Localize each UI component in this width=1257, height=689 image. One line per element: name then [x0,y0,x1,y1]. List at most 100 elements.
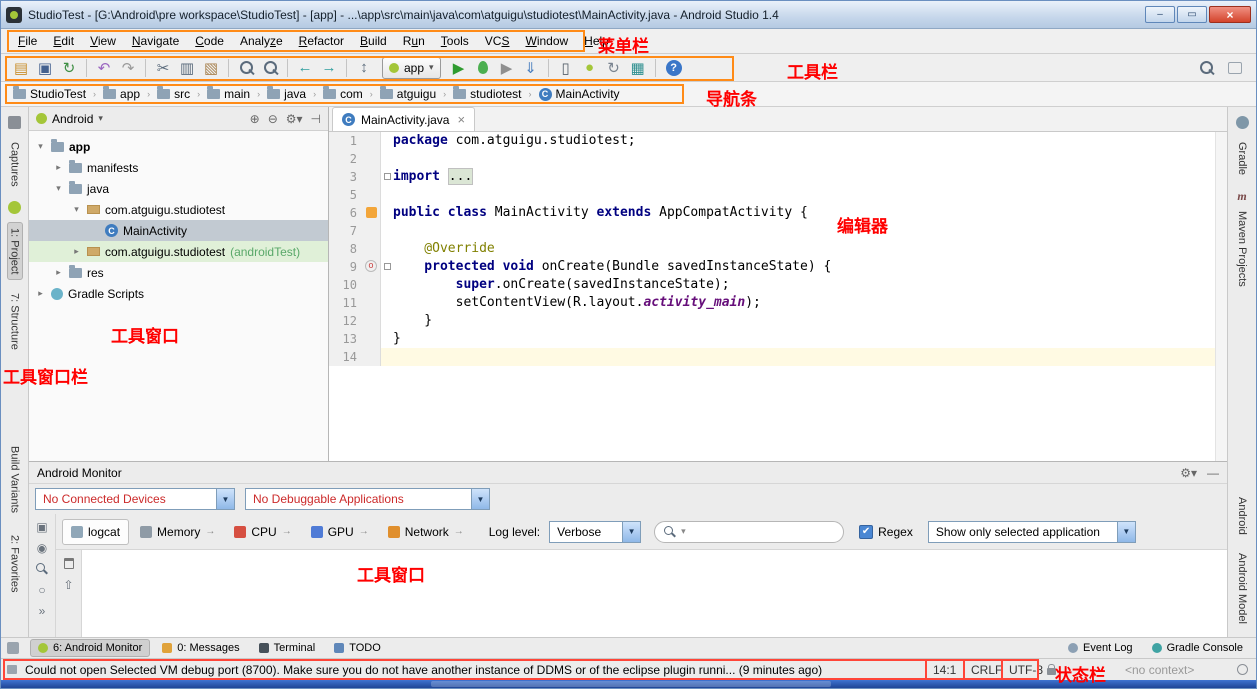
tab-android-monitor[interactable]: 6: Android Monitor [30,639,151,657]
menu-build[interactable]: Build [353,31,394,51]
breadcrumb-studiotest[interactable]: StudioTest [11,86,88,102]
tab-todo[interactable]: TODO [327,640,388,656]
forward-icon[interactable]: → [317,57,341,79]
monitor-settings-icon[interactable]: ⚙▾ [1180,466,1197,480]
tree-item-app[interactable]: ▾ app [29,136,328,157]
tab-memory[interactable]: Memory → [132,519,223,545]
menu-run[interactable]: Run [396,31,432,51]
menu-edit[interactable]: Edit [46,31,81,51]
chevron-down-icon[interactable]: ▾ [71,204,82,215]
tree-item-manifests[interactable]: ▸ manifests [29,157,328,178]
fold-expand-icon[interactable] [381,168,393,186]
chevron-down-icon[interactable]: ▾ [53,183,64,194]
run-icon[interactable]: ▶ [447,57,471,79]
chevron-down-icon[interactable]: ▼ [216,489,234,509]
tree-item-java[interactable]: ▾ java [29,178,328,199]
code-area[interactable]: 1 package com.atguigu.studiotest; 2 3 impo… [329,132,1227,461]
encoding-indicator[interactable]: UTF-8 [1009,663,1043,677]
breadcrumb-main[interactable]: main [205,86,252,102]
tab-logcat[interactable]: logcat [62,518,130,545]
panel-layout-icon[interactable] [1228,61,1242,74]
inspections-widget-icon[interactable] [1237,664,1248,675]
regex-checkbox[interactable]: ✔ Regex [859,524,913,539]
tool-window-button-build-variants[interactable]: Build Variants [8,441,22,518]
tree-item-package[interactable]: ▾ com.atguigu.studiotest [29,199,328,220]
tree-item-res[interactable]: ▸ res [29,262,328,283]
screen-record-icon[interactable]: ◉ [37,541,47,555]
more-icon[interactable]: » [39,604,46,618]
menu-code[interactable]: Code [188,31,231,51]
menu-file[interactable]: File [11,31,44,51]
menu-window[interactable]: Window [518,31,575,51]
chevron-down-icon[interactable]: ▼ [471,489,489,509]
tool-window-button-gradle[interactable]: Gradle [1235,137,1249,180]
tab-gpu[interactable]: GPU → [303,519,377,545]
chevron-right-icon[interactable]: ▸ [71,246,82,257]
tab-event-log[interactable]: Event Log [1061,640,1140,656]
chevron-down-icon[interactable]: ▾ [35,141,46,152]
breadcrumb-src[interactable]: src [155,86,192,102]
folded-imports[interactable]: ... [447,168,474,185]
tool-window-button-favorites[interactable]: 2: Favorites [8,530,22,597]
run-config-combo[interactable]: app ▾ [382,56,441,79]
copy-icon[interactable]: ▥ [175,57,199,79]
fold-collapse-icon[interactable] [381,258,393,276]
tool-window-button-android-model[interactable]: Android Model [1235,548,1249,629]
context-indicator[interactable]: <no context> [1125,663,1194,677]
log-level-selector[interactable]: Verbose ▼ [549,520,642,543]
breadcrumb-app[interactable]: app [101,86,142,102]
monitor-minimize-icon[interactable]: — [1207,466,1219,480]
breadcrumb-atguigu[interactable]: atguigu [378,86,438,102]
back-icon[interactable]: ← [293,57,317,79]
tool-window-button-captures[interactable]: Captures [8,137,22,192]
breadcrumb-studiotest-pkg[interactable]: studiotest [451,86,523,102]
locate-icon[interactable]: ⊕ [250,112,260,126]
tree-item-mainactivity[interactable]: C MainActivity [29,220,328,241]
find-icon[interactable] [234,57,258,79]
tool-window-button-structure[interactable]: 7: Structure [8,288,22,355]
logcat-output[interactable] [82,550,1227,637]
gradle-sync-icon[interactable]: ↻ [602,57,626,79]
tab-messages[interactable]: 0: Messages [155,640,246,656]
help-icon[interactable]: ? [665,59,682,76]
minimize-button[interactable]: – [1145,6,1175,23]
undo-icon[interactable]: ↶ [92,57,116,79]
toggle-tool-window-bars-icon[interactable] [7,665,17,674]
menu-view[interactable]: View [83,31,123,51]
hide-panel-icon[interactable]: ⊣ [311,112,321,126]
project-scope-selector[interactable]: Android [52,112,93,126]
replace-icon[interactable] [258,57,282,79]
tool-window-button-maven[interactable]: Maven Projects [1235,206,1249,292]
chevron-down-icon[interactable]: ▼ [622,521,641,542]
close-button[interactable]: × [1209,6,1251,23]
logcat-filter-selector[interactable]: Show only selected application ▼ [927,520,1136,543]
tab-cpu[interactable]: CPU → [226,519,299,545]
collapse-all-icon[interactable]: ⊖ [268,112,278,126]
updown-icon[interactable]: ↕ [352,57,376,79]
logcat-search-input[interactable]: ▾ [654,520,845,543]
clear-logcat-icon[interactable] [63,558,74,569]
tree-item-package-androidtest[interactable]: ▸ com.atguigu.studiotest (androidTest) [29,241,328,262]
attach-debugger-icon[interactable]: ⇓ [519,57,543,79]
settings-icon[interactable]: ⚙▾ [286,112,303,126]
chevron-down-icon[interactable]: ▼ [1116,521,1135,542]
android-monitor-icon[interactable]: ▦ [626,57,650,79]
breadcrumb-java[interactable]: java [265,86,308,102]
zoom-icon[interactable] [35,562,49,576]
tool-window-button-project[interactable]: 1: Project [6,221,23,281]
device-selector[interactable]: No Connected Devices ▼ [35,488,235,510]
debuggable-apps-selector[interactable]: No Debuggable Applications ▼ [245,488,490,510]
tool-window-button-android[interactable]: Android [1235,492,1249,540]
layout-inspector-icon[interactable]: ○ [38,583,45,597]
sync-icon[interactable]: ↻ [57,57,81,79]
close-tab-icon[interactable]: × [457,112,465,127]
menu-vcs[interactable]: VCS [478,31,517,51]
menu-tools[interactable]: Tools [434,31,476,51]
menu-navigate[interactable]: Navigate [125,31,186,51]
menu-refactor[interactable]: Refactor [292,31,351,51]
class-gutter-icon[interactable] [366,207,377,218]
breadcrumb-com[interactable]: com [321,86,365,102]
tab-network[interactable]: Network → [380,519,472,545]
redo-icon[interactable]: ↷ [116,57,140,79]
avd-manager-icon[interactable]: ▯ [554,57,578,79]
